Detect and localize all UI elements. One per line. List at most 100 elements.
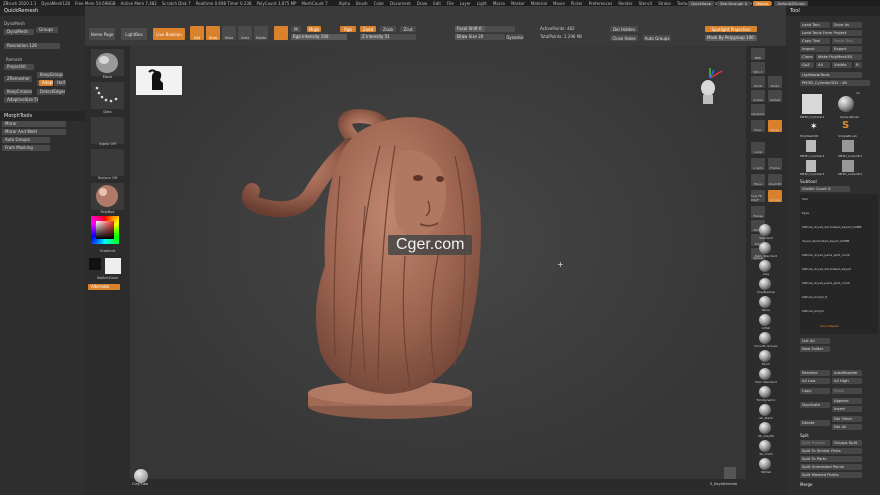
project-all-button[interactable]: ProjectAll <box>4 64 34 70</box>
close-holes-button[interactable]: Close Holes <box>610 35 638 41</box>
mrgb-button[interactable]: Mrgb <box>307 26 321 32</box>
floor-button[interactable]: Floor <box>751 120 765 132</box>
color-picker[interactable] <box>91 216 119 244</box>
append-button[interactable]: Append <box>832 398 862 404</box>
aahalf-button[interactable]: AAHalf <box>768 90 782 102</box>
menu-brush[interactable]: Brush <box>356 1 368 6</box>
all-high-button[interactable]: All High <box>832 378 862 384</box>
navigator-thumbnail[interactable] <box>136 66 182 95</box>
brush-move-thumb[interactable] <box>91 49 124 76</box>
del-all-button[interactable]: Del All <box>832 424 862 430</box>
tool-thumb-cylinder[interactable] <box>802 94 822 114</box>
polymesh-star-icon[interactable]: ✶ <box>810 122 818 132</box>
subtool-item[interactable]: LWhole_dryad_parts_split_comb <box>802 253 850 257</box>
split-unmasked-button[interactable]: Split Unmasked Points <box>800 464 862 470</box>
del-other-button[interactable]: Del Other <box>832 416 862 422</box>
menu-macro[interactable]: Macro <box>493 1 505 6</box>
resolution-slider[interactable]: Resolution 128 <box>4 43 60 49</box>
adaptivesize-slider[interactable]: AdaptiveSize 50 <box>4 97 38 103</box>
half-button[interactable]: Half <box>54 80 66 86</box>
paste-tool-button[interactable]: Paste Tool <box>832 38 862 44</box>
copy-tool-button[interactable]: Copy Tool <box>800 38 830 44</box>
list-all-button[interactable]: List All <box>800 338 830 344</box>
delete-button[interactable]: Delete <box>800 420 830 426</box>
zadd-button[interactable]: Zadd <box>360 26 376 32</box>
z-intensity-slider[interactable]: Z Intensity 51 <box>360 34 416 40</box>
brush-sk-clayfill-icon[interactable] <box>759 422 771 434</box>
zremesher-button[interactable]: ZRemesher <box>4 76 32 82</box>
poly-masking-button[interactable]: Fram Masking <box>2 145 50 151</box>
dynamesh-button[interactable]: DynaMesh <box>4 29 34 35</box>
key-alternate-icon[interactable] <box>724 467 736 479</box>
brush-pinch-icon[interactable] <box>759 350 771 362</box>
zsub-button[interactable]: Zsub <box>380 26 396 32</box>
rgb-button[interactable]: Rgb <box>340 26 356 32</box>
paste-subtool-button[interactable]: Paste <box>832 388 862 394</box>
goz-button[interactable]: GoZ <box>800 62 814 68</box>
menu-file[interactable]: File <box>447 1 454 6</box>
lightbox-tools-button[interactable]: Lightbox▸Tools <box>800 72 862 78</box>
tool-thumb-cylinder3[interactable] <box>806 160 816 172</box>
brush-clay-icon[interactable] <box>759 260 771 272</box>
lsym-button[interactable]: L.Sym <box>751 158 765 170</box>
menu-stencil[interactable]: Stencil <box>639 1 653 6</box>
menu-edit[interactable]: Edit <box>433 1 441 6</box>
menu-stroke[interactable]: Stroke <box>658 1 671 6</box>
new-folder-button[interactable]: New Folder <box>800 346 830 352</box>
draw-size-slider[interactable]: Draw Size 20 <box>455 34 505 40</box>
subtool-item[interactable]: Hair <box>802 197 808 201</box>
subtool-item[interactable]: LWhole_dryad_decimated_keyed_COMB <box>802 225 861 229</box>
all-low-button[interactable]: All Low <box>800 378 830 384</box>
main-color-swatch[interactable] <box>105 258 121 274</box>
dynamic-button[interactable]: Dynamic <box>506 34 524 40</box>
material-thumb[interactable] <box>91 183 124 210</box>
brush-sk-slash-icon[interactable] <box>759 404 771 416</box>
rename-button[interactable]: Rename <box>800 370 830 376</box>
material-sphere-icon[interactable] <box>274 26 288 40</box>
menu-material[interactable]: Material <box>531 1 547 6</box>
spotlight-projection-button[interactable]: Spotlight Projection <box>705 26 757 32</box>
simplebrush-s-icon[interactable]: S <box>842 120 849 131</box>
mirror-button[interactable]: Mirror <box>2 121 66 127</box>
dynamic-persp-button[interactable]: Dynamic <box>751 104 765 116</box>
move-button[interactable]: Move <box>222 26 236 40</box>
auto-groups-button[interactable]: Auto Groups <box>2 137 50 143</box>
menu-picker[interactable]: Picker <box>571 1 583 6</box>
save-as-button[interactable]: Save As <box>832 22 862 28</box>
brush-smooth-groups-icon[interactable] <box>759 332 771 344</box>
subtool-item[interactable]: LWhole_body4 <box>802 309 824 313</box>
subtool-folder-item[interactable]: slice helpers <box>820 324 839 328</box>
split-to-parts-button[interactable]: Split To Parts <box>800 456 862 462</box>
brush-move-icon[interactable] <box>759 296 771 308</box>
dryad-bust-sculpt[interactable] <box>240 106 530 426</box>
brush-trimdynamic-icon[interactable] <box>759 386 771 398</box>
groups-button[interactable]: Groups <box>36 27 58 33</box>
menu-layer[interactable]: Layer <box>460 1 471 6</box>
subtool-item[interactable]: LWhole_dryad_parts_split_comb <box>802 281 850 285</box>
menus-toggle[interactable]: Menus <box>753 0 772 6</box>
draw-button[interactable]: Draw <box>206 26 220 40</box>
split-hidden-button[interactable]: Split Hidden <box>800 440 830 446</box>
alpha-thumb[interactable] <box>91 117 124 144</box>
menu-alpha[interactable]: Alpha <box>339 1 350 6</box>
visible-count-slider[interactable]: Visible Count 9 <box>800 186 850 192</box>
autoreorder-button[interactable]: AutoReorder <box>832 370 862 376</box>
see-through-slider[interactable]: See-through 0 <box>717 0 751 6</box>
alternate-button[interactable]: Alternate <box>88 284 120 290</box>
subtool-item[interactable]: dryad_decimated_keyed_COMB <box>802 239 849 243</box>
adapt-button[interactable]: Adapt <box>39 80 53 86</box>
subtool-item[interactable]: LWhole_body4_8 <box>802 295 827 299</box>
rgb-intensity-slider[interactable]: Rgb Intensity 100 <box>291 34 347 40</box>
current-tool-slider[interactable]: PM3D_Cylinder3D1 : 48 <box>800 80 870 86</box>
texture-thumb[interactable] <box>91 149 124 176</box>
goz-visible-button[interactable]: Visible <box>832 62 852 68</box>
clone-button[interactable]: Clone <box>800 54 814 60</box>
m-button[interactable]: M <box>291 26 301 32</box>
scale-button[interactable]: Scale <box>238 26 252 40</box>
goz-all-button[interactable]: All <box>816 62 830 68</box>
mirror-and-weld-button[interactable]: Mirror And Weld <box>2 129 66 135</box>
menu-color[interactable]: Color <box>374 1 384 6</box>
subtool-item[interactable]: LWhole_dryad_decimated_keyed <box>802 267 851 271</box>
make-polymesh3d-button[interactable]: Make PolyMesh3D <box>816 54 862 60</box>
detectedges-button[interactable]: DetectEdges <box>37 89 65 95</box>
